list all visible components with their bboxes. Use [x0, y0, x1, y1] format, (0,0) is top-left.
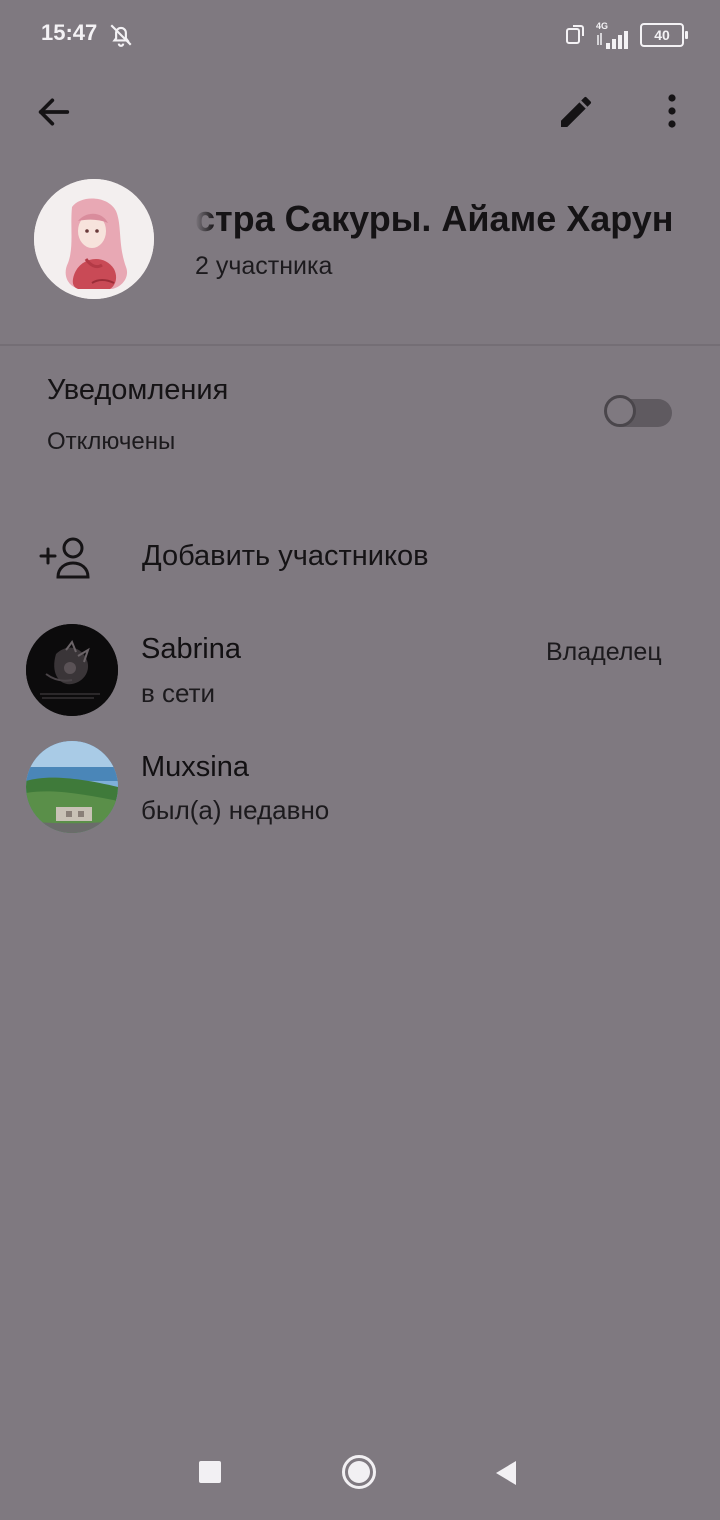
- member-role-badge: Владелец: [546, 638, 662, 666]
- member-status: был(а) недавно: [141, 795, 330, 825]
- battery-level: 40: [654, 27, 670, 43]
- group-title: стра Сакуры. Айаме Харун: [195, 198, 674, 239]
- member-avatar[interactable]: [26, 624, 118, 716]
- bell-off-icon: [110, 24, 132, 47]
- add-members-button[interactable]: Добавить участников: [142, 540, 429, 573]
- header-divider: [0, 344, 720, 346]
- group-avatar-image: [34, 179, 154, 299]
- member-name[interactable]: Sabrina: [141, 633, 241, 666]
- member-avatar-image: [26, 624, 118, 716]
- network-type: 4G: [596, 20, 609, 31]
- member-avatar-image: [26, 741, 118, 833]
- member-name[interactable]: Muxsina: [141, 751, 249, 784]
- signal-icon: [597, 30, 628, 49]
- add-member-icon[interactable]: [38, 536, 94, 580]
- edit-pencil-icon[interactable]: [556, 92, 596, 132]
- network-indicator: 4G: [596, 20, 630, 49]
- status-time: 15:47: [41, 20, 98, 45]
- notifications-label: Уведомления: [47, 374, 229, 406]
- member-status: в сети: [141, 678, 216, 708]
- notifications-status: Отключены: [47, 428, 176, 455]
- group-member-count: 2 участника: [195, 252, 333, 280]
- system-back-icon[interactable]: [494, 1459, 518, 1487]
- more-options-icon[interactable]: [660, 92, 684, 132]
- screen-rotate-icon: [566, 25, 584, 44]
- battery-indicator: 40: [640, 23, 688, 47]
- notifications-toggle-thumb[interactable]: [604, 395, 636, 427]
- home-button[interactable]: [342, 1455, 376, 1489]
- back-arrow-icon[interactable]: [34, 92, 74, 132]
- group-avatar[interactable]: [34, 179, 154, 299]
- recent-apps-button[interactable]: [199, 1461, 221, 1483]
- home-button-inner: [348, 1461, 370, 1483]
- status-indicators: 4G 40: [564, 20, 688, 50]
- member-avatar[interactable]: [26, 741, 118, 833]
